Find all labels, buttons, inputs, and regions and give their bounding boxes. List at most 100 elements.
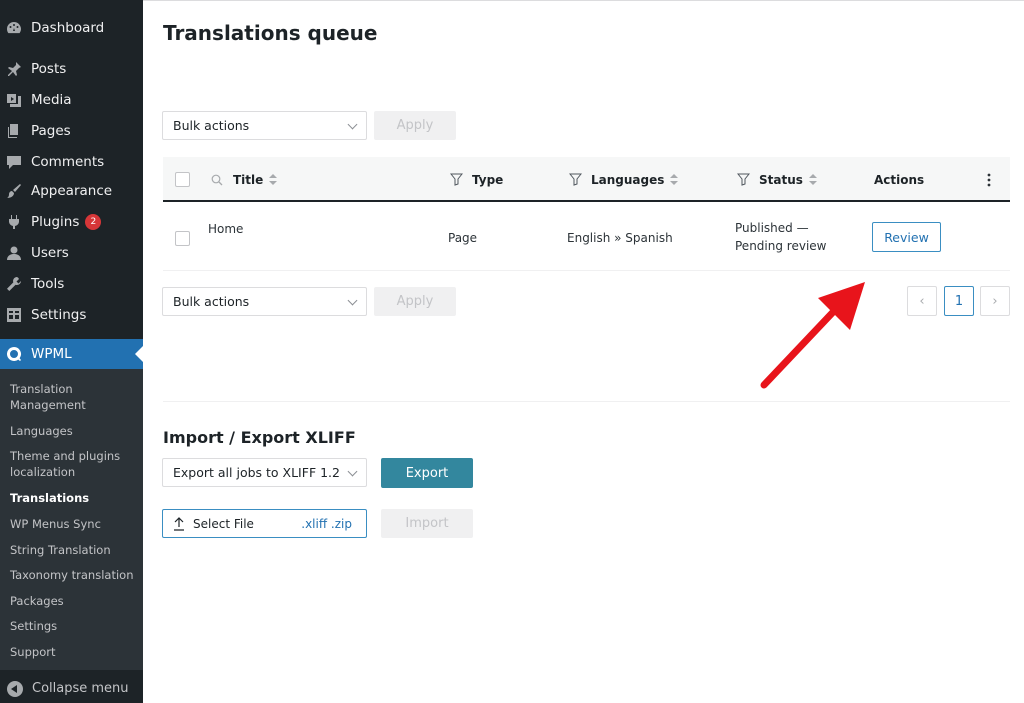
update-count-badge: 2 bbox=[85, 213, 102, 230]
chevron-down-icon bbox=[347, 466, 358, 477]
sort-icon bbox=[808, 173, 817, 186]
menu-item-plugins[interactable]: Plugins 2 bbox=[0, 206, 143, 237]
menu-item-posts[interactable]: Posts bbox=[0, 53, 143, 84]
export-format-label: Export all jobs to XLIFF 1.2 bbox=[173, 465, 340, 480]
column-type[interactable]: Type bbox=[450, 157, 503, 202]
submenu-item-support[interactable]: Support bbox=[10, 644, 138, 660]
submenu-item-languages[interactable]: Languages bbox=[10, 423, 138, 439]
comment-icon bbox=[6, 154, 22, 170]
plugin-icon bbox=[6, 214, 22, 230]
admin-sidebar: Dashboard Posts Media Pages Comments App… bbox=[0, 0, 143, 703]
menu-item-comments[interactable]: Comments bbox=[0, 146, 143, 177]
pages-icon bbox=[6, 123, 22, 139]
red-arrow-annotation bbox=[760, 282, 865, 389]
chevron-down-icon bbox=[347, 119, 358, 130]
menu-label: Posts bbox=[31, 60, 67, 77]
submenu-item-translation-management[interactable]: Translation Management bbox=[10, 381, 138, 413]
export-button[interactable]: Export bbox=[381, 458, 473, 488]
search-icon bbox=[211, 174, 223, 186]
dashboard-icon bbox=[6, 20, 22, 36]
next-page-button[interactable]: › bbox=[980, 286, 1010, 316]
menu-label: Users bbox=[31, 244, 69, 261]
filter-icon bbox=[450, 173, 463, 186]
submenu-item-string-translation[interactable]: String Translation bbox=[10, 542, 138, 558]
import-button[interactable]: Import bbox=[381, 509, 473, 538]
submenu-item-taxonomy-translation[interactable]: Taxonomy translation bbox=[10, 567, 138, 583]
pin-icon bbox=[6, 61, 22, 77]
wpml-submenu: Translation Management Languages Theme a… bbox=[0, 369, 143, 670]
menu-label: Tools bbox=[31, 275, 65, 292]
menu-item-settings[interactable]: Settings bbox=[0, 299, 143, 330]
filter-icon bbox=[737, 173, 750, 186]
apply-button-top[interactable]: Apply bbox=[374, 111, 456, 140]
column-title-label: Title bbox=[233, 172, 264, 187]
xliff-section-title: Import / Export XLIFF bbox=[163, 428, 356, 447]
select-file-label: Select File bbox=[193, 516, 254, 531]
sort-icon bbox=[670, 173, 679, 186]
column-title[interactable]: Title bbox=[211, 157, 278, 202]
submenu-item-theme-plugins-localization[interactable]: Theme and plugins localization bbox=[10, 448, 138, 480]
menu-label: Pages bbox=[31, 122, 71, 139]
row-title[interactable]: Home bbox=[208, 220, 243, 238]
section-divider bbox=[163, 401, 1010, 402]
column-languages[interactable]: Languages bbox=[569, 157, 679, 202]
column-actions: Actions bbox=[874, 172, 925, 187]
menu-item-users[interactable]: Users bbox=[0, 237, 143, 268]
collapse-menu-button[interactable]: Collapse menu bbox=[0, 674, 143, 703]
table-row: Home Page English » Spanish Published — … bbox=[163, 204, 1010, 271]
wrench-icon bbox=[6, 276, 22, 292]
menu-item-tools[interactable]: Tools bbox=[0, 268, 143, 299]
media-icon bbox=[6, 92, 22, 108]
user-icon bbox=[6, 245, 22, 261]
file-extensions: .xliff .zip bbox=[301, 516, 352, 531]
brush-icon bbox=[6, 183, 22, 199]
menu-label: Media bbox=[31, 91, 72, 108]
chevron-down-icon bbox=[347, 295, 358, 306]
review-button[interactable]: Review bbox=[872, 222, 941, 252]
menu-item-wpml[interactable]: WPML bbox=[0, 339, 143, 369]
menu-label: Settings bbox=[31, 306, 87, 323]
menu-label: Dashboard bbox=[31, 19, 105, 36]
wpml-icon bbox=[6, 346, 22, 362]
bulk-actions-label: Bulk actions bbox=[173, 118, 250, 133]
column-options-icon[interactable] bbox=[987, 157, 991, 202]
settings-icon bbox=[6, 307, 22, 323]
menu-label: Comments bbox=[31, 153, 105, 170]
column-languages-label: Languages bbox=[591, 172, 665, 187]
current-page-button[interactable]: 1 bbox=[944, 286, 974, 316]
menu-item-dashboard[interactable]: Dashboard bbox=[0, 12, 143, 43]
submenu-item-settings[interactable]: Settings bbox=[10, 618, 138, 634]
menu-item-appearance[interactable]: Appearance bbox=[0, 175, 143, 206]
current-menu-pointer bbox=[135, 346, 143, 362]
column-status[interactable]: Status bbox=[737, 157, 817, 202]
apply-button-bottom[interactable]: Apply bbox=[374, 287, 456, 316]
upload-icon bbox=[173, 516, 185, 531]
column-status-label: Status bbox=[759, 172, 803, 187]
sort-icon bbox=[269, 173, 278, 186]
menu-item-media[interactable]: Media bbox=[0, 84, 143, 115]
submenu-item-packages[interactable]: Packages bbox=[10, 593, 138, 609]
export-format-select[interactable]: Export all jobs to XLIFF 1.2 bbox=[162, 458, 367, 487]
filter-icon bbox=[569, 173, 582, 186]
collapse-label: Collapse menu bbox=[32, 681, 129, 696]
top-divider bbox=[143, 0, 1024, 1]
row-checkbox[interactable] bbox=[175, 231, 190, 246]
bulk-actions-select-top[interactable]: Bulk actions bbox=[162, 111, 367, 140]
row-languages: English » Spanish bbox=[567, 231, 673, 245]
column-type-label: Type bbox=[472, 172, 504, 187]
bulk-actions-select-bottom[interactable]: Bulk actions bbox=[162, 287, 367, 316]
submenu-item-wp-menus-sync[interactable]: WP Menus Sync bbox=[10, 516, 138, 532]
menu-label: Appearance bbox=[31, 182, 113, 199]
menu-item-pages[interactable]: Pages bbox=[0, 115, 143, 146]
bulk-actions-label: Bulk actions bbox=[173, 294, 250, 309]
menu-label: Plugins bbox=[31, 213, 80, 230]
select-file-input[interactable]: Select File .xliff .zip bbox=[162, 509, 367, 538]
menu-label: WPML bbox=[31, 346, 72, 362]
prev-page-button[interactable]: ‹ bbox=[907, 286, 937, 316]
collapse-arrow-icon bbox=[7, 680, 23, 697]
page-title: Translations queue bbox=[163, 21, 378, 45]
submenu-item-translations[interactable]: Translations bbox=[10, 490, 138, 506]
row-status: Published — Pending review bbox=[735, 221, 827, 253]
table-header: Title Type Languages Status Actions bbox=[163, 157, 1010, 202]
select-all-checkbox[interactable] bbox=[175, 172, 190, 187]
